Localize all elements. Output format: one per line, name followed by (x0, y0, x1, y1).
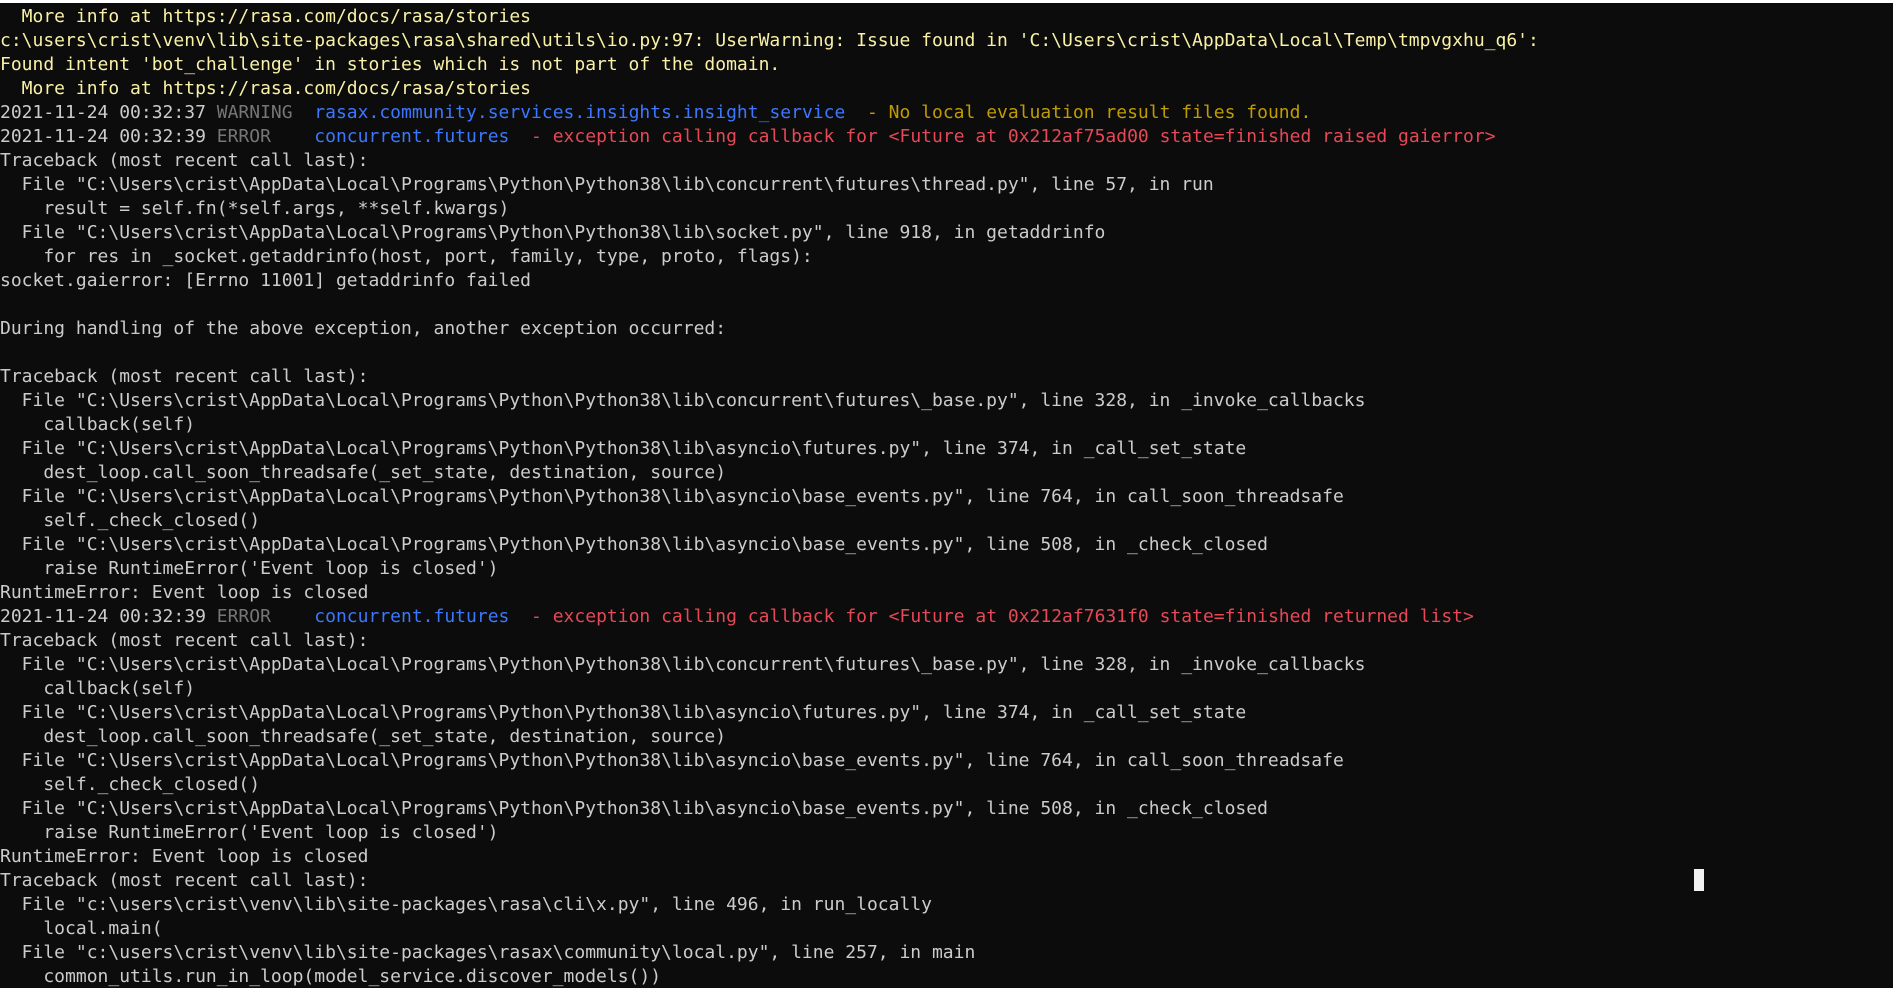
terminal-line: Traceback (most recent call last): (0, 365, 1893, 389)
terminal-text-segment: 2021-11-24 00:32:37 (0, 102, 217, 123)
terminal-text-segment: raise RuntimeError('Event loop is closed… (0, 822, 499, 843)
terminal-line: File "c:\users\crist\venv\lib\site-packa… (0, 941, 1893, 965)
terminal-line: During handling of the above exception, … (0, 317, 1893, 341)
terminal-text-segment: dest_loop.call_soon_threadsafe(_set_stat… (0, 726, 727, 747)
terminal-text-segment: callback(self) (0, 678, 196, 699)
terminal-text-segment: Traceback (most recent call last): (0, 870, 369, 891)
terminal-text-segment: File "C:\Users\crist\AppData\Local\Progr… (0, 702, 1247, 723)
terminal-text-segment: raise RuntimeError('Event loop is closed… (0, 558, 499, 579)
terminal-text-segment: rasax.community.services.insights.insigh… (314, 102, 846, 123)
terminal-line: self._check_closed() (0, 773, 1893, 797)
terminal-line: File "C:\Users\crist\AppData\Local\Progr… (0, 653, 1893, 677)
terminal-text-segment: File "C:\Users\crist\AppData\Local\Progr… (0, 438, 1247, 459)
terminal-text-segment: self._check_closed() (0, 774, 261, 795)
terminal-line: 2021-11-24 00:32:37 WARNING rasax.commun… (0, 101, 1893, 125)
terminal-text-segment: File "C:\Users\crist\AppData\Local\Progr… (0, 222, 1106, 243)
terminal-text-segment: File "C:\Users\crist\AppData\Local\Progr… (0, 174, 1214, 195)
terminal-text-segment: RuntimeError: Event loop is closed (0, 846, 369, 867)
terminal-line: RuntimeError: Event loop is closed (0, 845, 1893, 869)
terminal-line: result = self.fn(*self.args, **self.kwar… (0, 197, 1893, 221)
terminal-text-segment: During handling of the above exception, … (0, 318, 727, 339)
terminal-line: self._check_closed() (0, 509, 1893, 533)
terminal-text-segment: self._check_closed() (0, 510, 261, 531)
terminal-line: raise RuntimeError('Event loop is closed… (0, 821, 1893, 845)
terminal-text-segment: - exception calling callback for <Future… (509, 126, 1496, 147)
terminal-text-segment: Traceback (most recent call last): (0, 630, 369, 651)
terminal-text-segment: File "c:\users\crist\venv\lib\site-packa… (0, 942, 976, 963)
terminal-text-segment: c:\users\crist\venv\lib\site-packages\ra… (0, 30, 1539, 51)
terminal-line: callback(self) (0, 413, 1893, 437)
terminal-text-segment: concurrent.futures (314, 606, 510, 627)
terminal-text-segment: socket.gaierror: [Errno 11001] getaddrin… (0, 270, 532, 291)
terminal-line: Found intent 'bot_challenge' in stories … (0, 53, 1893, 77)
terminal-line: File "C:\Users\crist\AppData\Local\Progr… (0, 173, 1893, 197)
terminal-text-segment: File "C:\Users\crist\AppData\Local\Progr… (0, 654, 1366, 675)
terminal-line: Traceback (most recent call last): (0, 629, 1893, 653)
terminal-text-segment: for res in _socket.getaddrinfo(host, por… (0, 246, 813, 267)
terminal-line: More info at https://rasa.com/docs/rasa/… (0, 77, 1893, 101)
terminal-text-segment: More info at https://rasa.com/docs/rasa/… (0, 6, 532, 27)
terminal-text-segment: common_utils.run_in_loop(model_service.d… (0, 966, 662, 987)
terminal-line: callback(self) (0, 677, 1893, 701)
terminal-text-segment: File "c:\users\crist\venv\lib\site-packa… (0, 894, 932, 915)
terminal-text-segment: File "C:\Users\crist\AppData\Local\Progr… (0, 534, 1268, 555)
terminal-text-segment: dest_loop.call_soon_threadsafe(_set_stat… (0, 462, 727, 483)
terminal-line: File "C:\Users\crist\AppData\Local\Progr… (0, 437, 1893, 461)
terminal-text-segment: - exception calling callback for <Future… (509, 606, 1474, 627)
terminal-text-segment: File "C:\Users\crist\AppData\Local\Progr… (0, 390, 1366, 411)
terminal-text-segment: ERROR (216, 606, 315, 627)
terminal-line: dest_loop.call_soon_threadsafe(_set_stat… (0, 725, 1893, 749)
terminal-line: Traceback (most recent call last): (0, 149, 1893, 173)
terminal-line: socket.gaierror: [Errno 11001] getaddrin… (0, 269, 1893, 293)
terminal-text-segment: 2021-11-24 00:32:39 (0, 126, 217, 147)
terminal-line: for res in _socket.getaddrinfo(host, por… (0, 245, 1893, 269)
terminal-line: File "C:\Users\crist\AppData\Local\Progr… (0, 533, 1893, 557)
terminal-text-segment: Traceback (most recent call last): (0, 150, 369, 171)
terminal-text-segment: callback(self) (0, 414, 196, 435)
terminal-text-segment: concurrent.futures (314, 126, 510, 147)
terminal-line: File "C:\Users\crist\AppData\Local\Progr… (0, 749, 1893, 773)
terminal-output: More info at https://rasa.com/docs/rasa/… (0, 5, 1893, 988)
terminal-text-segment: WARNING (216, 102, 315, 123)
terminal-line: More info at https://rasa.com/docs/rasa/… (0, 5, 1893, 29)
terminal-text-segment: Traceback (most recent call last): (0, 366, 369, 387)
terminal-line: raise RuntimeError('Event loop is closed… (0, 557, 1893, 581)
terminal-line: c:\users\crist\venv\lib\site-packages\ra… (0, 29, 1893, 53)
terminal-text-segment: local.main( (0, 918, 163, 939)
terminal-line: Traceback (most recent call last): (0, 869, 1893, 893)
terminal-window[interactable]: More info at https://rasa.com/docs/rasa/… (0, 0, 1893, 988)
text-cursor (1694, 869, 1704, 891)
terminal-line: File "C:\Users\crist\AppData\Local\Progr… (0, 701, 1893, 725)
terminal-text-segment: 2021-11-24 00:32:39 (0, 606, 217, 627)
terminal-text-segment: RuntimeError: Event loop is closed (0, 582, 369, 603)
terminal-text-segment: result = self.fn(*self.args, **self.kwar… (0, 198, 510, 219)
terminal-text-segment: ERROR (216, 126, 315, 147)
terminal-text-segment: File "C:\Users\crist\AppData\Local\Progr… (0, 486, 1344, 507)
terminal-line: RuntimeError: Event loop is closed (0, 581, 1893, 605)
terminal-text-segment: More info at https://rasa.com/docs/rasa/… (0, 78, 532, 99)
terminal-line: File "c:\users\crist\venv\lib\site-packa… (0, 893, 1893, 917)
terminal-text-segment: File "C:\Users\crist\AppData\Local\Progr… (0, 750, 1344, 771)
terminal-line: File "C:\Users\crist\AppData\Local\Progr… (0, 797, 1893, 821)
terminal-line: local.main( (0, 917, 1893, 941)
terminal-line: 2021-11-24 00:32:39 ERROR concurrent.fut… (0, 605, 1893, 629)
terminal-line: common_utils.run_in_loop(model_service.d… (0, 965, 1893, 988)
terminal-line: File "C:\Users\crist\AppData\Local\Progr… (0, 221, 1893, 245)
terminal-text-segment: File "C:\Users\crist\AppData\Local\Progr… (0, 798, 1268, 819)
terminal-line: dest_loop.call_soon_threadsafe(_set_stat… (0, 461, 1893, 485)
terminal-line: File "C:\Users\crist\AppData\Local\Progr… (0, 485, 1893, 509)
terminal-line: 2021-11-24 00:32:39 ERROR concurrent.fut… (0, 125, 1893, 149)
terminal-text-segment: - No local evaluation result files found… (845, 102, 1312, 123)
terminal-line: File "C:\Users\crist\AppData\Local\Progr… (0, 389, 1893, 413)
terminal-text-segment: Found intent 'bot_challenge' in stories … (0, 54, 781, 75)
